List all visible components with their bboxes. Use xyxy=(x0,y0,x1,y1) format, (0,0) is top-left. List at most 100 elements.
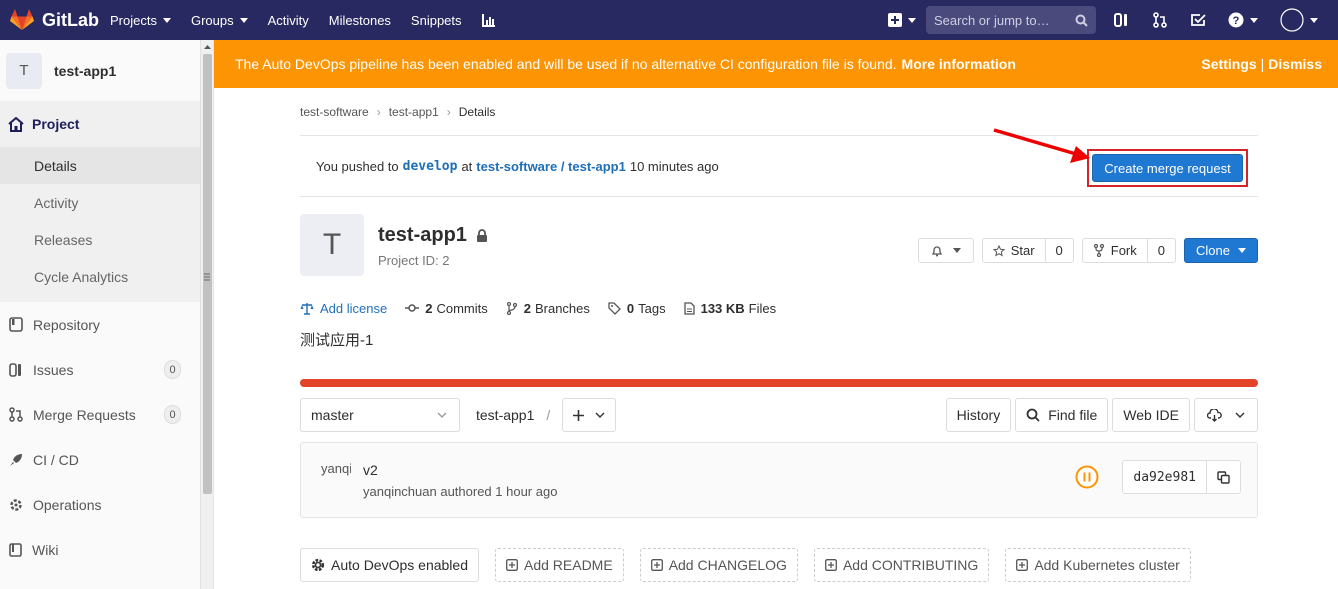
search-icon xyxy=(1026,408,1040,422)
branch-select[interactable]: master xyxy=(300,398,460,432)
nav-activity[interactable]: Activity xyxy=(268,13,309,28)
sidebar-project-name: test-app1 xyxy=(54,62,117,79)
add-license-link[interactable]: Add license xyxy=(300,301,387,316)
fork-icon xyxy=(1093,244,1104,257)
web-ide-button[interactable]: Web IDE xyxy=(1112,398,1190,432)
plus-square-icon xyxy=(650,559,663,571)
commit-sha-link[interactable]: da92e981 xyxy=(1123,461,1207,493)
topbar-right: Search or jump to… ? xyxy=(888,0,1338,40)
nav-snippets[interactable]: Snippets xyxy=(411,13,462,28)
clone-dropdown[interactable]: Clone xyxy=(1184,238,1258,263)
add-to-tree-dropdown[interactable] xyxy=(562,398,617,432)
tree-actions: History Find file Web IDE xyxy=(945,398,1258,432)
copy-sha-button[interactable] xyxy=(1207,470,1240,484)
sidebar-item-project[interactable]: Project xyxy=(0,101,213,147)
branches-label: Branches xyxy=(534,300,590,316)
search-placeholder: Search or jump to… xyxy=(934,12,1050,28)
fork-button[interactable]: Fork 0 xyxy=(1081,238,1176,263)
highlight-box: Create merge request xyxy=(1087,149,1248,187)
auto-devops-banner: The Auto DevOps pipeline has been enable… xyxy=(214,40,1338,88)
tag-icon xyxy=(608,301,621,315)
nav-groups[interactable]: Groups xyxy=(191,13,248,28)
chevron-down-icon xyxy=(595,412,605,418)
sidebar-item-ci-cd[interactable]: CI / CD xyxy=(0,437,213,482)
nav-milestones[interactable]: Milestones xyxy=(329,13,391,28)
commits-link[interactable]: 2 Commits xyxy=(405,301,488,316)
path-separator: / xyxy=(546,407,551,423)
copy-icon xyxy=(1217,470,1230,484)
brand-name: GitLab xyxy=(42,9,99,30)
chevron-right-icon: › xyxy=(376,104,381,119)
language-bar xyxy=(300,379,1258,387)
sidebar-item-operations[interactable]: Operations xyxy=(0,482,213,527)
find-file-label: Find file xyxy=(1048,407,1098,423)
banner-dismiss-link[interactable]: Dismiss xyxy=(1268,56,1322,72)
license-label: Add license xyxy=(320,300,388,316)
add-contributing-button[interactable]: Add CONTRIBUTING xyxy=(813,548,990,582)
plus-square-icon xyxy=(506,559,518,571)
push-branch-link[interactable]: develop xyxy=(403,159,458,174)
sidebar-scrollbar[interactable] xyxy=(200,40,213,589)
nav-projects[interactable]: Projects xyxy=(110,13,171,28)
project-stats: Add license 2 Commits 2 Branches 0 Tags 133… xyxy=(300,291,1258,325)
new-dropdown[interactable] xyxy=(888,13,916,27)
scroll-up-icon xyxy=(204,45,211,49)
create-merge-request-button[interactable]: Create merge request xyxy=(1092,154,1243,182)
gitlab-logo[interactable]: GitLab xyxy=(10,9,110,31)
help-dropdown[interactable]: ? xyxy=(1228,12,1258,28)
history-button[interactable]: History xyxy=(945,398,1012,432)
breadcrumb-project[interactable]: test-app1 xyxy=(389,105,439,119)
tree-path[interactable]: test-app1 xyxy=(476,407,534,423)
sidebar-item-releases[interactable]: Releases xyxy=(0,221,213,258)
branches-count: 2 xyxy=(523,300,531,316)
grip-icon xyxy=(204,273,210,281)
project-title: test-app1 xyxy=(378,224,467,246)
chevron-down-icon xyxy=(1250,17,1258,23)
tags-link[interactable]: 0 Tags xyxy=(608,301,666,316)
sidebar-item-wiki[interactable]: Wiki xyxy=(0,527,213,572)
add-readme-button[interactable]: Add README xyxy=(494,548,624,582)
user-menu[interactable] xyxy=(1280,8,1318,32)
file-icon xyxy=(683,301,695,315)
notification-dropdown[interactable] xyxy=(917,238,974,263)
push-repo-link[interactable]: test-software / test-app1 xyxy=(476,159,626,174)
clone-label: Clone xyxy=(1196,243,1230,258)
sidebar-item-merge-requests[interactable]: Merge Requests 0 xyxy=(0,392,213,437)
add-kubernetes-cluster-button[interactable]: Add Kubernetes cluster xyxy=(1005,548,1191,582)
commit-author-avatar[interactable]: yanqinchuan xyxy=(321,461,351,491)
search-input[interactable]: Search or jump to… xyxy=(926,6,1096,34)
more-information-link[interactable]: More information xyxy=(902,56,1016,72)
commit-title[interactable]: v2 xyxy=(363,462,378,478)
star-button[interactable]: Star 0 xyxy=(981,238,1074,263)
sidebar-item-details[interactable]: Details xyxy=(0,147,213,184)
auto-devops-button[interactable]: Auto DevOps enabled xyxy=(300,548,479,582)
nav-label: Projects xyxy=(110,12,157,28)
nav-analytics[interactable] xyxy=(481,13,496,27)
branches-link[interactable]: 2 Branches xyxy=(506,301,590,316)
find-file-button[interactable]: Find file xyxy=(1015,398,1109,432)
download-dropdown[interactable] xyxy=(1194,398,1258,432)
sidebar-item-repository[interactable]: Repository xyxy=(0,302,213,347)
breadcrumb-group[interactable]: test-software xyxy=(300,105,369,119)
repository-icon xyxy=(9,317,23,332)
pipeline-status[interactable] xyxy=(1075,465,1099,489)
todos-nav[interactable] xyxy=(1190,12,1206,28)
sidebar-item-activity[interactable]: Activity xyxy=(0,184,213,221)
add-changelog-button[interactable]: Add CHANGELOG xyxy=(639,548,798,582)
sidebar-item-issues[interactable]: Issues 0 xyxy=(0,347,213,392)
sidebar-section-project: Project Details Activity Releases Cycle … xyxy=(0,101,213,302)
banner-settings-link[interactable]: Settings xyxy=(1201,56,1256,72)
add-changelog-label: Add CHANGELOG xyxy=(668,557,787,573)
cloud-gear-icon xyxy=(10,498,22,511)
sidebar-project-header[interactable]: T test-app1 xyxy=(0,40,213,101)
rocket-icon xyxy=(10,453,22,466)
plus-icon xyxy=(573,409,585,421)
issues-nav[interactable] xyxy=(1114,12,1130,28)
chevron-down-icon xyxy=(908,17,916,23)
project-id: Project ID: 2 xyxy=(378,253,450,268)
files-link[interactable]: 133 KB Files xyxy=(683,301,776,316)
sidebar-item-cycle-analytics[interactable]: Cycle Analytics xyxy=(0,258,213,302)
branch-icon xyxy=(506,301,517,315)
project-avatar: T xyxy=(6,52,42,89)
merge-requests-nav[interactable] xyxy=(1152,12,1168,28)
